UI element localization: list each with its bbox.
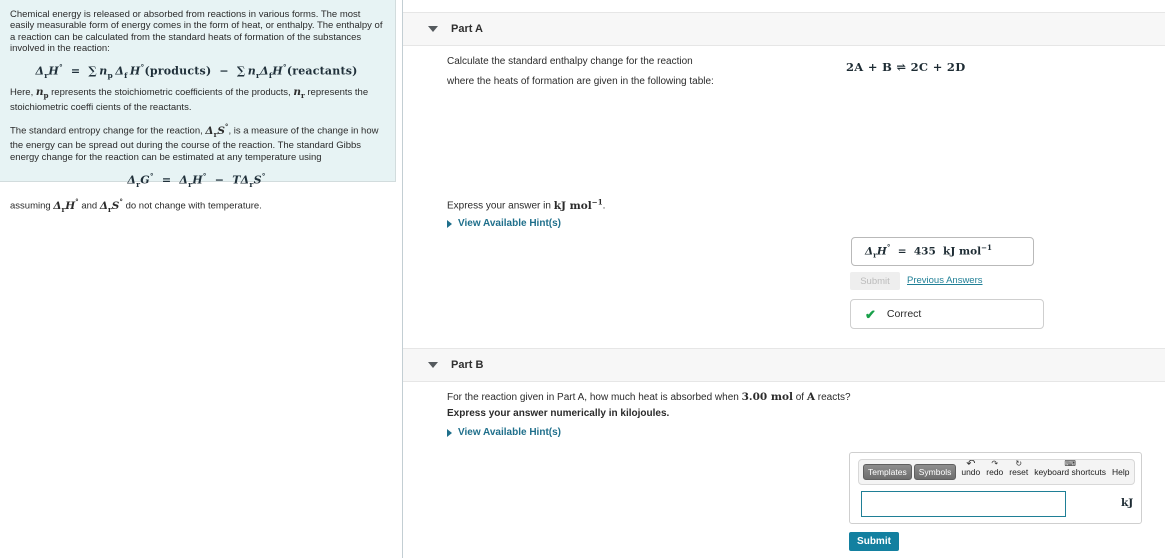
reset-label: reset <box>1009 467 1029 477</box>
assignment-page: Chemical energy is released or absorbed … <box>0 0 1165 558</box>
redo-arrow-icon: ↷ <box>991 459 999 468</box>
part-b-prompt-line-2: Express your answer numerically in kiloj… <box>447 408 670 419</box>
undo-button[interactable]: ↶ undo <box>961 460 980 477</box>
part-b-prompt-substance: A <box>806 391 816 403</box>
part-a-previous-answers-link[interactable]: Previous Answers <box>907 275 983 286</box>
part-a-express-instruction: Express your answer in kJ mol−1. <box>447 197 606 212</box>
part-b-prompt-1c: of <box>792 392 807 403</box>
chevron-right-icon <box>447 219 452 228</box>
part-a-hint-link[interactable]: View Available Hint(s) <box>447 218 561 229</box>
reset-icon: ↻ <box>1015 459 1023 468</box>
part-a-feedback-label: Correct <box>886 308 922 320</box>
help-button[interactable]: Help <box>1112 467 1129 477</box>
part-a-submit-button: Submit <box>850 272 900 290</box>
info-paragraph-2-part-a: Here, <box>10 87 36 99</box>
part-a-answer-display: ΔrH° = 435 kJ mol−1 <box>851 237 1034 266</box>
part-b-hint-label: View Available Hint(s) <box>458 427 561 438</box>
part-a-hint-label: View Available Hint(s) <box>458 218 561 229</box>
info-panel: Chemical energy is released or absorbed … <box>0 0 396 214</box>
info-paragraph-3: The standard entropy change for the reac… <box>10 122 379 163</box>
part-b-answer-input[interactable] <box>861 491 1066 517</box>
info-paragraph-2-part-b: represents the stoichiometric coefficien… <box>48 87 294 99</box>
symbols-button[interactable]: Symbols <box>913 464 957 480</box>
reset-button[interactable]: ↻ reset <box>1009 460 1029 477</box>
keyboard-shortcuts-button[interactable]: ⌨ keyboard shortcuts <box>1034 460 1107 477</box>
redo-button[interactable]: ↷ redo <box>986 460 1004 477</box>
formation-enthalpy-equation: ΔrH° = ∑ np Δf H°(products) − ∑ nrΔfH°(r… <box>35 62 358 80</box>
part-a-header[interactable]: Part A <box>403 12 1165 46</box>
info-paragraph-1: Chemical energy is released or absorbed … <box>10 9 383 55</box>
part-a-prompt-line-2: where the heats of formation are given i… <box>447 76 714 87</box>
keyboard-shortcuts-label: keyboard shortcuts <box>1034 467 1107 477</box>
part-b-prompt-1e: reacts? <box>815 392 851 403</box>
chevron-down-icon[interactable] <box>428 26 438 32</box>
info-paragraph-4: assuming ΔrH° and ΔrS° do not change wit… <box>10 197 262 214</box>
undo-arrow-icon: ↶ <box>966 459 976 470</box>
part-b-title: Part B <box>451 359 484 371</box>
help-label: Help <box>1112 467 1130 477</box>
part-b-prompt-amount: 3.00 mol <box>741 391 793 403</box>
part-b-submit-button[interactable]: Submit <box>849 532 899 551</box>
equation-editor-toolbar: Templates Symbols ↶ undo ↷ redo ↻ reset … <box>858 459 1135 485</box>
part-b-unit-label: kJ <box>1121 497 1134 509</box>
info-paragraph-4-part-c: do not change with temperature. <box>122 200 262 212</box>
redo-label: redo <box>986 467 1004 477</box>
templates-button[interactable]: Templates <box>863 464 912 480</box>
express-prefix: Express your answer in <box>447 200 554 212</box>
keyboard-icon: ⌨ <box>1064 459 1076 468</box>
question-column: Part A Calculate the standard enthalpy c… <box>403 0 1165 558</box>
part-a-title: Part A <box>451 23 483 35</box>
info-paragraph-2: Here, np represents the stoichiometric c… <box>10 86 369 113</box>
check-icon: ✔ <box>865 306 876 322</box>
part-b-prompt-1a: For the reaction given in Part A, how mu… <box>447 392 742 403</box>
part-b-answer-widget: Templates Symbols ↶ undo ↷ redo ↻ reset … <box>849 452 1142 524</box>
info-paragraph-4-part-a: assuming <box>10 200 54 212</box>
part-b-header[interactable]: Part B <box>403 348 1165 382</box>
part-a-prompt-line-1: Calculate the standard enthalpy change f… <box>447 56 693 67</box>
chevron-down-icon[interactable] <box>428 362 438 368</box>
part-a-answer-value: ΔrH° = 435 kJ mol−1 <box>865 243 992 260</box>
part-a-feedback-box: ✔ Correct <box>850 299 1044 329</box>
part-b-prompt-line-1: For the reaction given in Part A, how mu… <box>447 391 851 403</box>
info-paragraph-3-part-a: The standard entropy change for the reac… <box>10 125 206 137</box>
part-b-hint-link[interactable]: View Available Hint(s) <box>447 427 561 438</box>
info-paragraph-4-part-b: and <box>78 200 100 212</box>
gibbs-energy-equation: ΔrG° = ΔrH° − TΔrS° <box>127 172 266 190</box>
express-suffix: . <box>602 200 606 212</box>
reaction-equation: 2A + B ⇌ 2C + 2D <box>846 60 966 74</box>
chevron-right-icon <box>447 428 452 437</box>
